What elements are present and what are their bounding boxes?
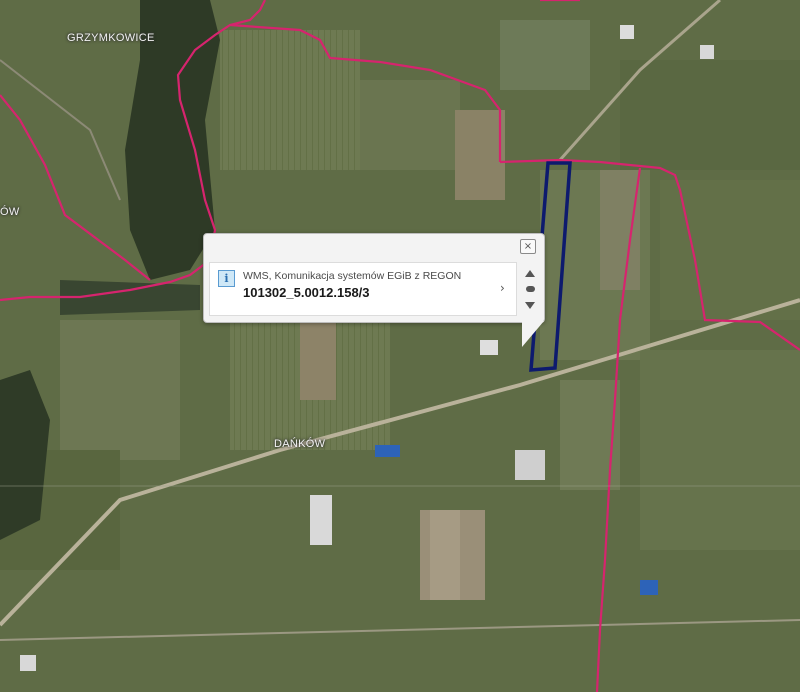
- parcel-id: 101302_5.0012.158/3: [243, 285, 370, 300]
- layer-source-label: WMS, Komunikacja systemów EGiB z REGON: [243, 270, 462, 282]
- map-view[interactable]: GRZYMKOWICE DAŃKÓW ÓW × i WMS, Komunikac…: [0, 0, 800, 692]
- place-label-grzymkowice: GRZYMKOWICE: [67, 32, 155, 44]
- satellite-imagery: [0, 0, 800, 692]
- close-icon[interactable]: ×: [520, 239, 536, 254]
- info-icon: i: [218, 270, 235, 287]
- popup-pointer: [522, 321, 544, 347]
- place-label-partial: ÓW: [0, 206, 20, 218]
- scroll-down-icon[interactable]: [525, 302, 535, 309]
- popup-body: i WMS, Komunikacja systemów EGiB z REGON…: [209, 262, 517, 316]
- place-label-dankow: DAŃKÓW: [274, 438, 326, 450]
- identify-popup: × i WMS, Komunikacja systemów EGiB z REG…: [203, 233, 545, 347]
- scroll-up-icon[interactable]: [525, 270, 535, 277]
- popup-scroller: [522, 268, 538, 316]
- chevron-right-icon[interactable]: ›: [500, 281, 505, 295]
- scroll-thumb[interactable]: [526, 286, 535, 292]
